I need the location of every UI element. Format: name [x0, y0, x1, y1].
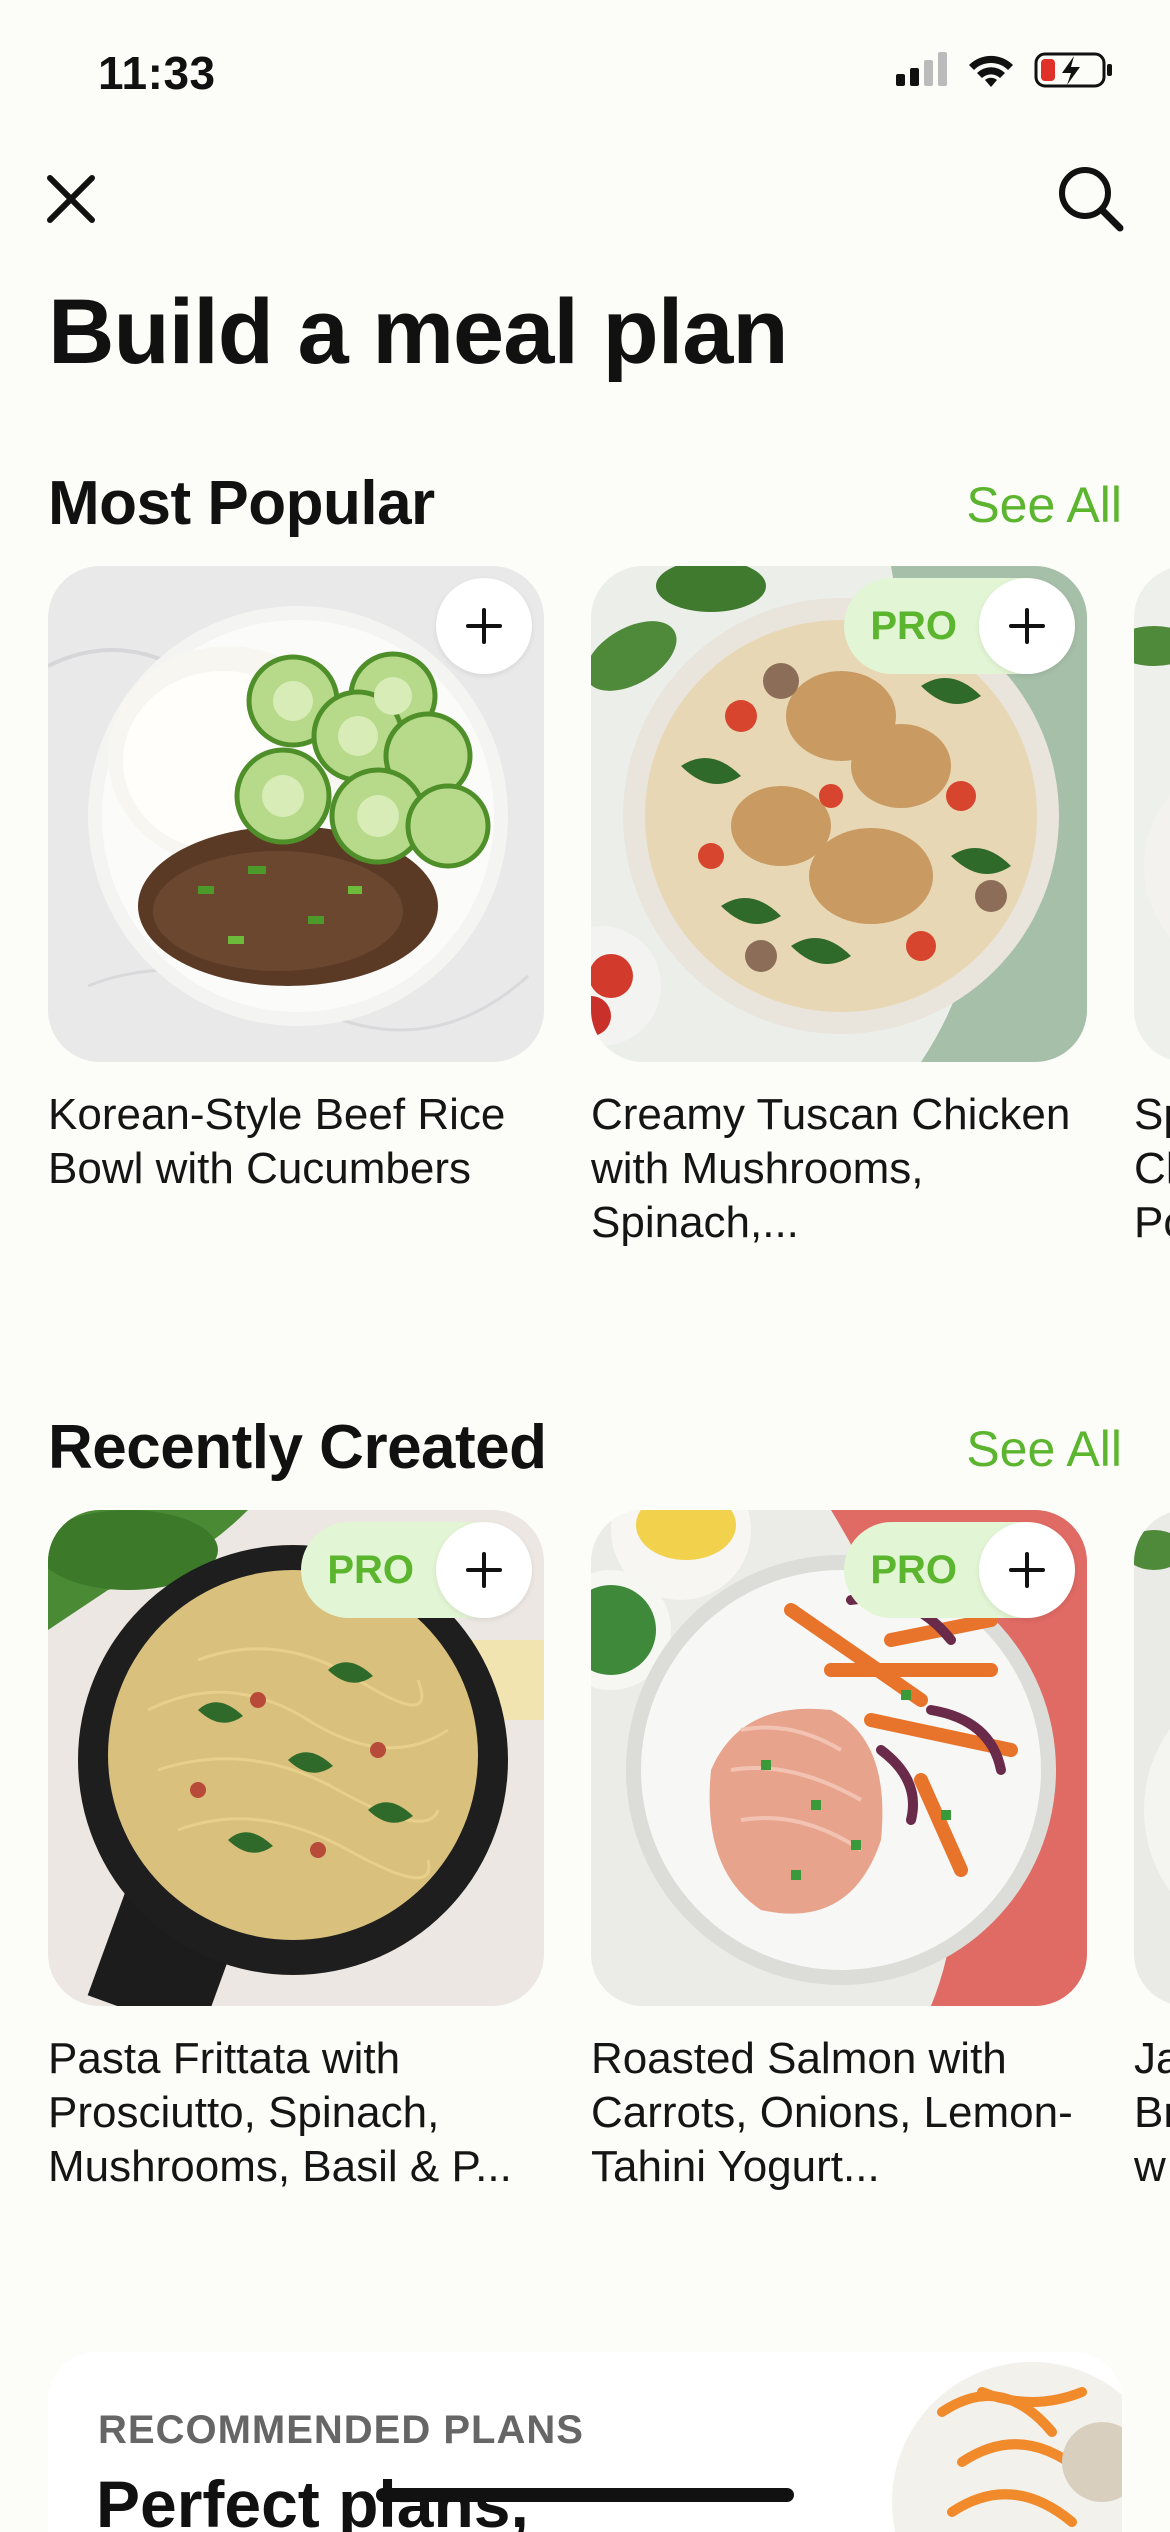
- recipe-title: Korean-Style Beef Rice Bowl with Cucumbe…: [48, 1090, 506, 1193]
- battery-icon: [1034, 52, 1112, 88]
- see-all-link[interactable]: See All: [966, 476, 1122, 534]
- top-nav: [0, 150, 1170, 250]
- recently-created-carousel[interactable]: PRO Pasta Frittata with Prosciutto, Spin…: [48, 1510, 1170, 2230]
- add-to-plan-button[interactable]: PRO: [844, 578, 1075, 674]
- search-button[interactable]: [1056, 164, 1126, 234]
- recipe-image: PRO: [48, 1510, 544, 2006]
- section-header-recently-created: Recently Created See All: [48, 1412, 1122, 1492]
- recommended-eyebrow: RECOMMENDED PLANS: [98, 2408, 584, 2452]
- plus-icon: [436, 578, 532, 674]
- plus-icon: [436, 1522, 532, 1618]
- status-icons: [896, 50, 1114, 90]
- add-to-plan-button[interactable]: PRO: [301, 1522, 532, 1618]
- cellular-signal-icon: [896, 52, 947, 86]
- plus-icon: [979, 1522, 1075, 1618]
- search-icon: [1059, 167, 1124, 232]
- add-to-plan-button[interactable]: PRO: [844, 1522, 1075, 1618]
- recipe-card[interactable]: Sp Ch Po: [1134, 566, 1170, 1250]
- recommended-plans-card[interactable]: RECOMMENDED PLANS Perfect plans,: [48, 2352, 1122, 2532]
- recipe-card[interactable]: Ja Br w: [1134, 1510, 1170, 2194]
- recipe-card[interactable]: PRO Pasta Frittata with Prosciutto, Spin…: [48, 1510, 544, 2194]
- recipe-image: PRO: [591, 566, 1087, 1062]
- recipe-image: [48, 566, 544, 1062]
- add-to-plan-button[interactable]: [436, 578, 532, 674]
- recipe-card[interactable]: Korean-Style Beef Rice Bowl with Cucumbe…: [48, 566, 544, 1196]
- plus-icon: [979, 578, 1075, 674]
- recipe-title: Ja Br w: [1134, 2034, 1170, 2191]
- close-button[interactable]: [40, 168, 102, 230]
- plan-thumbnail-image: [892, 2362, 1122, 2532]
- recipe-image: [1134, 566, 1170, 1062]
- home-indicator: [376, 2488, 794, 2502]
- recipe-card[interactable]: PRO Creamy Tuscan Chicken with Mushrooms…: [591, 566, 1087, 1250]
- recipe-title: Pasta Frittata with Prosciutto, Spinach,…: [48, 2034, 512, 2191]
- most-popular-carousel[interactable]: Korean-Style Beef Rice Bowl with Cucumbe…: [48, 566, 1170, 1286]
- close-icon: [47, 175, 95, 223]
- wifi-icon: [969, 55, 1013, 87]
- recipe-image: PRO: [591, 1510, 1087, 2006]
- recipe-title: Sp Ch Po: [1134, 1090, 1170, 1247]
- recipe-card[interactable]: PRO Roasted Salmon with Carrots, Onions,…: [591, 1510, 1087, 2194]
- recipe-image: [1134, 1510, 1170, 2006]
- section-title: Most Popular: [48, 469, 435, 538]
- status-time: 11:33: [98, 47, 216, 99]
- recipe-title: Roasted Salmon with Carrots, Onions, Lem…: [591, 2034, 1073, 2191]
- recipe-title: Creamy Tuscan Chicken with Mushrooms, Sp…: [591, 1090, 1071, 1247]
- see-all-link[interactable]: See All: [966, 1420, 1122, 1478]
- status-bar: 11:33: [0, 0, 1170, 150]
- section-header-most-popular: Most Popular See All: [48, 468, 1122, 548]
- section-title: Recently Created: [48, 1413, 547, 1482]
- page-title: Build a meal plan: [48, 281, 789, 383]
